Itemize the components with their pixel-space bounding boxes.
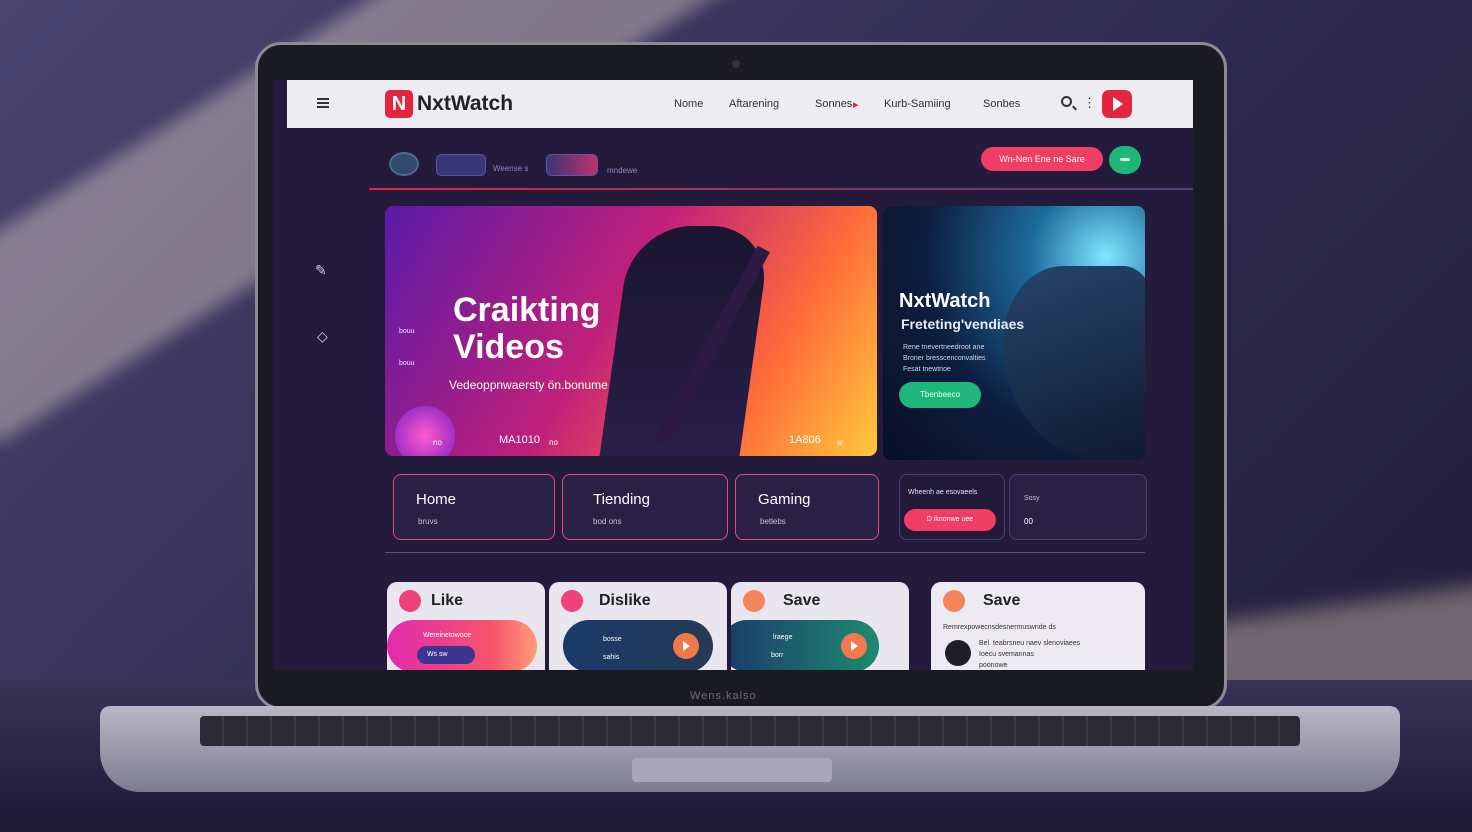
save-label: Save: [783, 592, 821, 609]
nav-link-series[interactable]: Sonnes: [815, 98, 852, 110]
hero-tag: bouu: [399, 328, 415, 335]
category-card-trending[interactable]: Tiending bod ons: [562, 474, 728, 540]
heart-icon: [943, 590, 965, 612]
preview-line: sahis: [603, 654, 620, 661]
hero-title: Craikting Videos: [453, 291, 601, 366]
dislike-label: Dislike: [599, 592, 651, 609]
webcam: [732, 60, 740, 68]
preview-line: Wereinetowoce: [423, 632, 472, 639]
hero-stat: 1A806: [789, 434, 821, 446]
logo-icon[interactable]: N: [385, 90, 413, 118]
nav-link-gaming[interactable]: Kurb-Samiing: [884, 98, 951, 110]
save-panel-line: Bel. teabrsneu naev slenoviaees: [979, 640, 1081, 647]
category-title: Home: [416, 491, 457, 508]
preview-pill: Ws sw: [417, 646, 475, 664]
promo-card: Wheenh ae esovaeels D iknonwe uee: [899, 474, 1005, 540]
category-title: Gaming: [758, 491, 811, 508]
hero-banner-main[interactable]: Craikting Videos bouu bouu Vedeoppnwaers…: [385, 206, 877, 456]
channel-chip[interactable]: [546, 154, 598, 176]
avatar: [945, 640, 971, 666]
category-card-gaming[interactable]: Gaming betlebs: [735, 474, 879, 540]
stats-label: Sosy: [1024, 495, 1040, 502]
logo-text[interactable]: NxtWatch: [417, 92, 513, 116]
keyboard: [200, 716, 1300, 746]
side-hero-subtitle: Freteting'vendiaes: [901, 316, 1025, 332]
preview-line: lraege: [773, 634, 793, 641]
heart-icon: [561, 590, 583, 612]
dislike-card[interactable]: Dislike bosse sahis: [549, 582, 727, 670]
play-button[interactable]: [1102, 90, 1132, 118]
toggle-button[interactable]: [1109, 146, 1141, 174]
save-panel-line: Remrexpowecnsdesnermuswnde ds: [943, 624, 1056, 631]
nav-link-trending[interactable]: Aftarening: [729, 98, 779, 110]
save-panel-label: Save: [983, 592, 1021, 609]
stats-value: 00: [1024, 517, 1033, 526]
stats-card: Sosy 00: [1009, 474, 1147, 540]
heart-icon: [399, 590, 421, 612]
hero-stat-label: no: [549, 438, 558, 447]
settings-icon[interactable]: ◇: [317, 328, 328, 345]
save-preview: lraege borr: [731, 620, 879, 670]
chevron-right-icon: ▸: [853, 99, 859, 111]
preview-line: bosse: [603, 636, 622, 643]
side-hero-title: NxtWatch: [899, 290, 991, 312]
like-preview: Wereinetowoce Ws sw: [387, 620, 537, 670]
divider: [385, 552, 1145, 553]
nav-link-saved[interactable]: Sonbes: [983, 98, 1020, 110]
side-hero-line: Fesat tnewtnoe: [903, 366, 951, 373]
play-icon[interactable]: [673, 633, 699, 659]
hero-subtitle: Vedeoppnwaersty ön.bonume: [449, 378, 608, 392]
hero-stat-label: w: [837, 438, 843, 447]
hero-stat-label: no: [433, 438, 442, 447]
hero-banner-side[interactable]: NxtWatch Freteting'vendiaes Rene tnevert…: [883, 206, 1145, 460]
category-subtitle: betlebs: [760, 517, 786, 526]
profile-avatar[interactable]: [389, 152, 419, 176]
search-icon[interactable]: [1061, 96, 1072, 107]
nav-link-home[interactable]: Nome: [674, 98, 703, 110]
hamburger-menu-icon[interactable]: [317, 98, 329, 108]
category-card-home[interactable]: Home bruvs: [393, 474, 555, 540]
category-subtitle: bod ons: [593, 517, 622, 526]
explore-icon[interactable]: ✎: [315, 262, 327, 279]
category-title: Tiending: [593, 491, 650, 508]
channel-chip[interactable]: [436, 154, 486, 176]
promo-button[interactable]: D iknonwe uee: [904, 509, 996, 531]
trackpad: [632, 758, 832, 782]
laptop-brand: Wens.kalso: [690, 690, 757, 702]
top-nav: N NxtWatch Nome Aftarening Sonnes ▸ Kurb…: [287, 80, 1193, 128]
save-panel: Save Remrexpowecnsdesnermuswnde ds Bel. …: [931, 582, 1145, 670]
side-hero-line: Broner bresscenconvalties: [903, 355, 986, 362]
like-card[interactable]: Like Wereinetowoce Ws sw: [387, 582, 545, 670]
chip-label: mndewe: [607, 166, 638, 175]
hero-stat: MA1010: [499, 434, 540, 446]
dislike-preview: bosse sahis: [563, 620, 713, 670]
hero-tag: bouu: [399, 360, 415, 367]
play-icon[interactable]: [841, 633, 867, 659]
space-art: [1003, 266, 1145, 456]
save-panel-line: poonowe: [979, 662, 1008, 669]
heart-icon: [743, 590, 765, 612]
laptop-screen: N NxtWatch Nome Aftarening Sonnes ▸ Kurb…: [273, 80, 1193, 670]
watch-now-button[interactable]: Tbenbeeco: [899, 382, 981, 408]
promo-title: Wheenh ae esovaeels: [908, 489, 978, 496]
category-subtitle: bruvs: [418, 517, 438, 526]
like-label: Like: [431, 592, 464, 609]
more-icon[interactable]: ⋮: [1083, 95, 1096, 111]
save-panel-line: Ioecu svemannas: [979, 651, 1034, 658]
save-card[interactable]: Save lraege borr: [731, 582, 909, 670]
side-hero-line: Rene tnevertneedroot ane: [903, 344, 985, 351]
subscribe-button[interactable]: Wn-Nen Ene ne Sare: [981, 147, 1103, 171]
chip-label: Weense s: [493, 164, 529, 173]
preview-line: Ws sw: [427, 651, 448, 658]
divider: [369, 188, 1193, 190]
orb-art: [395, 406, 455, 456]
preview-line: borr: [771, 652, 784, 659]
